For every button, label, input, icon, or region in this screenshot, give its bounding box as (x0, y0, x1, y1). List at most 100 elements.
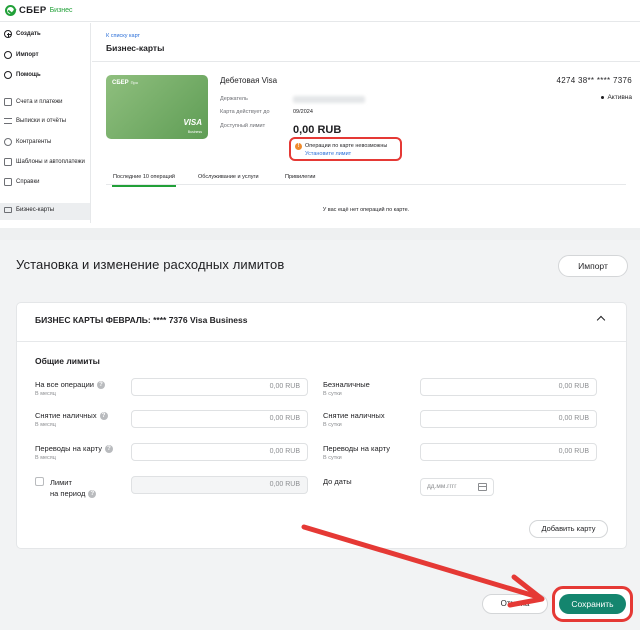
top-bar: СБЕР Бизнес (0, 0, 640, 22)
sidebar-item-label: Шаблоны и автоплатежи (16, 159, 85, 165)
available-limit-value: 0,00 RUB (293, 124, 342, 136)
card-name: Дебетовая Visa (220, 76, 278, 85)
card-status-text: Активна (607, 94, 632, 101)
limit-period: В сутки (323, 422, 342, 428)
card-image-brand: СБЕР Про (112, 80, 138, 86)
date-input[interactable]: дд.мм.гггг (420, 478, 494, 496)
field-label-expiry: Карта действует до (220, 109, 270, 115)
set-limit-link[interactable]: Установите лимит (305, 151, 351, 157)
limit-period: В месяц (35, 455, 56, 461)
sidebar-item-label: Счета и платежи (16, 99, 63, 105)
help-icon (4, 71, 12, 79)
sidebar-item-help[interactable]: Помощь (4, 71, 41, 79)
field-label-limit: Доступный лимит (220, 123, 266, 129)
limit-input-transfers-month[interactable]: 0,00 RUB (131, 443, 308, 461)
tab-service[interactable]: Обслуживание и услуги (198, 174, 259, 180)
accounts-icon (4, 98, 12, 106)
sidebar-item-contractors[interactable]: Контрагенты (4, 138, 51, 146)
limit-label-transfers-month: Переводы на карту? (35, 444, 113, 453)
calendar-icon[interactable] (478, 483, 487, 491)
sidebar-item-create[interactable]: Создать (4, 30, 41, 38)
card-image: СБЕР Про VISA Business (106, 75, 208, 139)
logo-brand: СБЕР (19, 5, 47, 16)
limit-label-cash-month: Снятие наличных? (35, 411, 108, 420)
visa-business-label: Business (187, 130, 202, 134)
limit-label-transfers-day: Переводы на карту (323, 444, 390, 453)
breadcrumb-back-link[interactable]: К списку карт (106, 33, 140, 39)
help-icon[interactable]: ? (88, 490, 97, 498)
tab-privileges[interactable]: Привилегии (285, 174, 316, 180)
sidebar: Создать Импорт Помощь Счета и платежи Вы… (0, 23, 91, 223)
limits-page-title: Установка и изменение расходных лимитов (16, 257, 285, 272)
save-button[interactable]: Сохранить (559, 594, 626, 614)
section-gap (0, 228, 640, 240)
add-card-button[interactable]: Добавить карту (529, 520, 608, 538)
sidebar-item-import[interactable]: Импорт (4, 51, 39, 59)
limit-label-period: Лимит на период? (50, 477, 97, 499)
tab-last-operations[interactable]: Последние 10 операций (112, 174, 176, 187)
card-details-panel: К списку карт Бизнес-карты СБЕР Про VISA … (92, 23, 640, 228)
limit-input-all-operations-month[interactable]: 0,00 RUB (131, 378, 308, 396)
limit-period: В сутки (323, 391, 342, 397)
sidebar-item-label: Создать (16, 31, 41, 37)
logo-sub: Бизнес (49, 7, 73, 14)
templates-icon (4, 158, 12, 166)
sidebar-item-label: Контрагенты (16, 139, 52, 145)
visa-logo: VISA (183, 118, 202, 127)
holder-name-redacted (293, 96, 365, 103)
certificates-icon (4, 178, 12, 186)
warning-text: Операции по карте невозможны (305, 143, 388, 149)
section-title: БИЗНЕС КАРТЫ ФЕВРАЛЬ: **** 7376 Visa Bus… (35, 315, 248, 325)
limit-input-cash-day[interactable]: 0,00 RUB (420, 410, 597, 428)
expiry-value: 09/2024 (293, 109, 313, 115)
limit-period: В сутки (323, 455, 342, 461)
page-title: Бизнес-карты (106, 43, 165, 53)
sidebar-item-templates[interactable]: Шаблоны и автоплатежи (4, 158, 85, 166)
limit-input-transfers-day[interactable]: 0,00 RUB (420, 443, 597, 461)
limit-period: В месяц (35, 391, 56, 397)
limit-label-cashless-day: Безналичные (323, 380, 370, 389)
date-label: До даты (323, 477, 352, 486)
sidebar-item-label: Помощь (16, 72, 41, 78)
help-icon[interactable]: ? (97, 381, 105, 389)
limit-input-cash-month[interactable]: 0,00 RUB (131, 410, 308, 428)
limit-input-period[interactable]: 0,00 RUB (131, 476, 308, 494)
status-dot-icon (600, 95, 605, 100)
save-button-highlight: Сохранить (552, 586, 633, 622)
cancel-button[interactable]: Отмена (482, 594, 548, 614)
sidebar-item-accounts[interactable]: Счета и платежи (4, 98, 63, 106)
limit-label-all-operations: На все операции? (35, 380, 105, 389)
card-limits-section: БИЗНЕС КАРТЫ ФЕВРАЛЬ: **** 7376 Visa Bus… (16, 302, 627, 549)
help-icon[interactable]: ? (99, 412, 108, 420)
empty-operations-text: У вас ещё нет операций по карте. (322, 207, 410, 213)
card-number: 4274 38** **** 7376 (556, 76, 632, 85)
import-button[interactable]: Импорт (558, 255, 628, 277)
sidebar-item-label: Выписки и отчёты (16, 118, 67, 124)
divider (17, 341, 626, 342)
limit-input-cashless-day[interactable]: 0,00 RUB (420, 378, 597, 396)
card-status: Активна (600, 94, 632, 101)
limit-period: В месяц (35, 422, 56, 428)
divider (92, 61, 640, 62)
limits-panel: Установка и изменение расходных лимитов … (0, 240, 640, 630)
help-icon[interactable]: ? (104, 445, 113, 453)
card-tabs: Последние 10 операций Обслуживание и усл… (106, 171, 626, 187)
sber-business-logo[interactable]: СБЕР Бизнес (5, 5, 73, 16)
sidebar-item-business-cards[interactable]: Бизнес-карты (4, 207, 54, 213)
sber-logo-icon (5, 5, 16, 16)
group-title: Общие лимиты (35, 356, 100, 366)
plus-circle-icon (4, 30, 12, 38)
sidebar-item-label: Бизнес-карты (16, 207, 55, 213)
import-icon (4, 51, 12, 59)
sidebar-item-statements[interactable]: Выписки и отчёты (4, 118, 66, 124)
field-label-holder: Держатель (220, 96, 248, 102)
sidebar-item-label: Справки (16, 179, 40, 185)
warning-icon: ! (295, 143, 302, 150)
card-icon (4, 207, 12, 213)
period-limit-checkbox[interactable] (35, 477, 44, 486)
contractors-icon (4, 138, 12, 146)
chevron-up-icon[interactable] (596, 315, 606, 325)
limit-label-cash-day: Снятие наличных (323, 411, 385, 420)
sidebar-item-certificates[interactable]: Справки (4, 178, 39, 186)
warning-box: ! Операции по карте невозможны Установит… (289, 137, 402, 161)
